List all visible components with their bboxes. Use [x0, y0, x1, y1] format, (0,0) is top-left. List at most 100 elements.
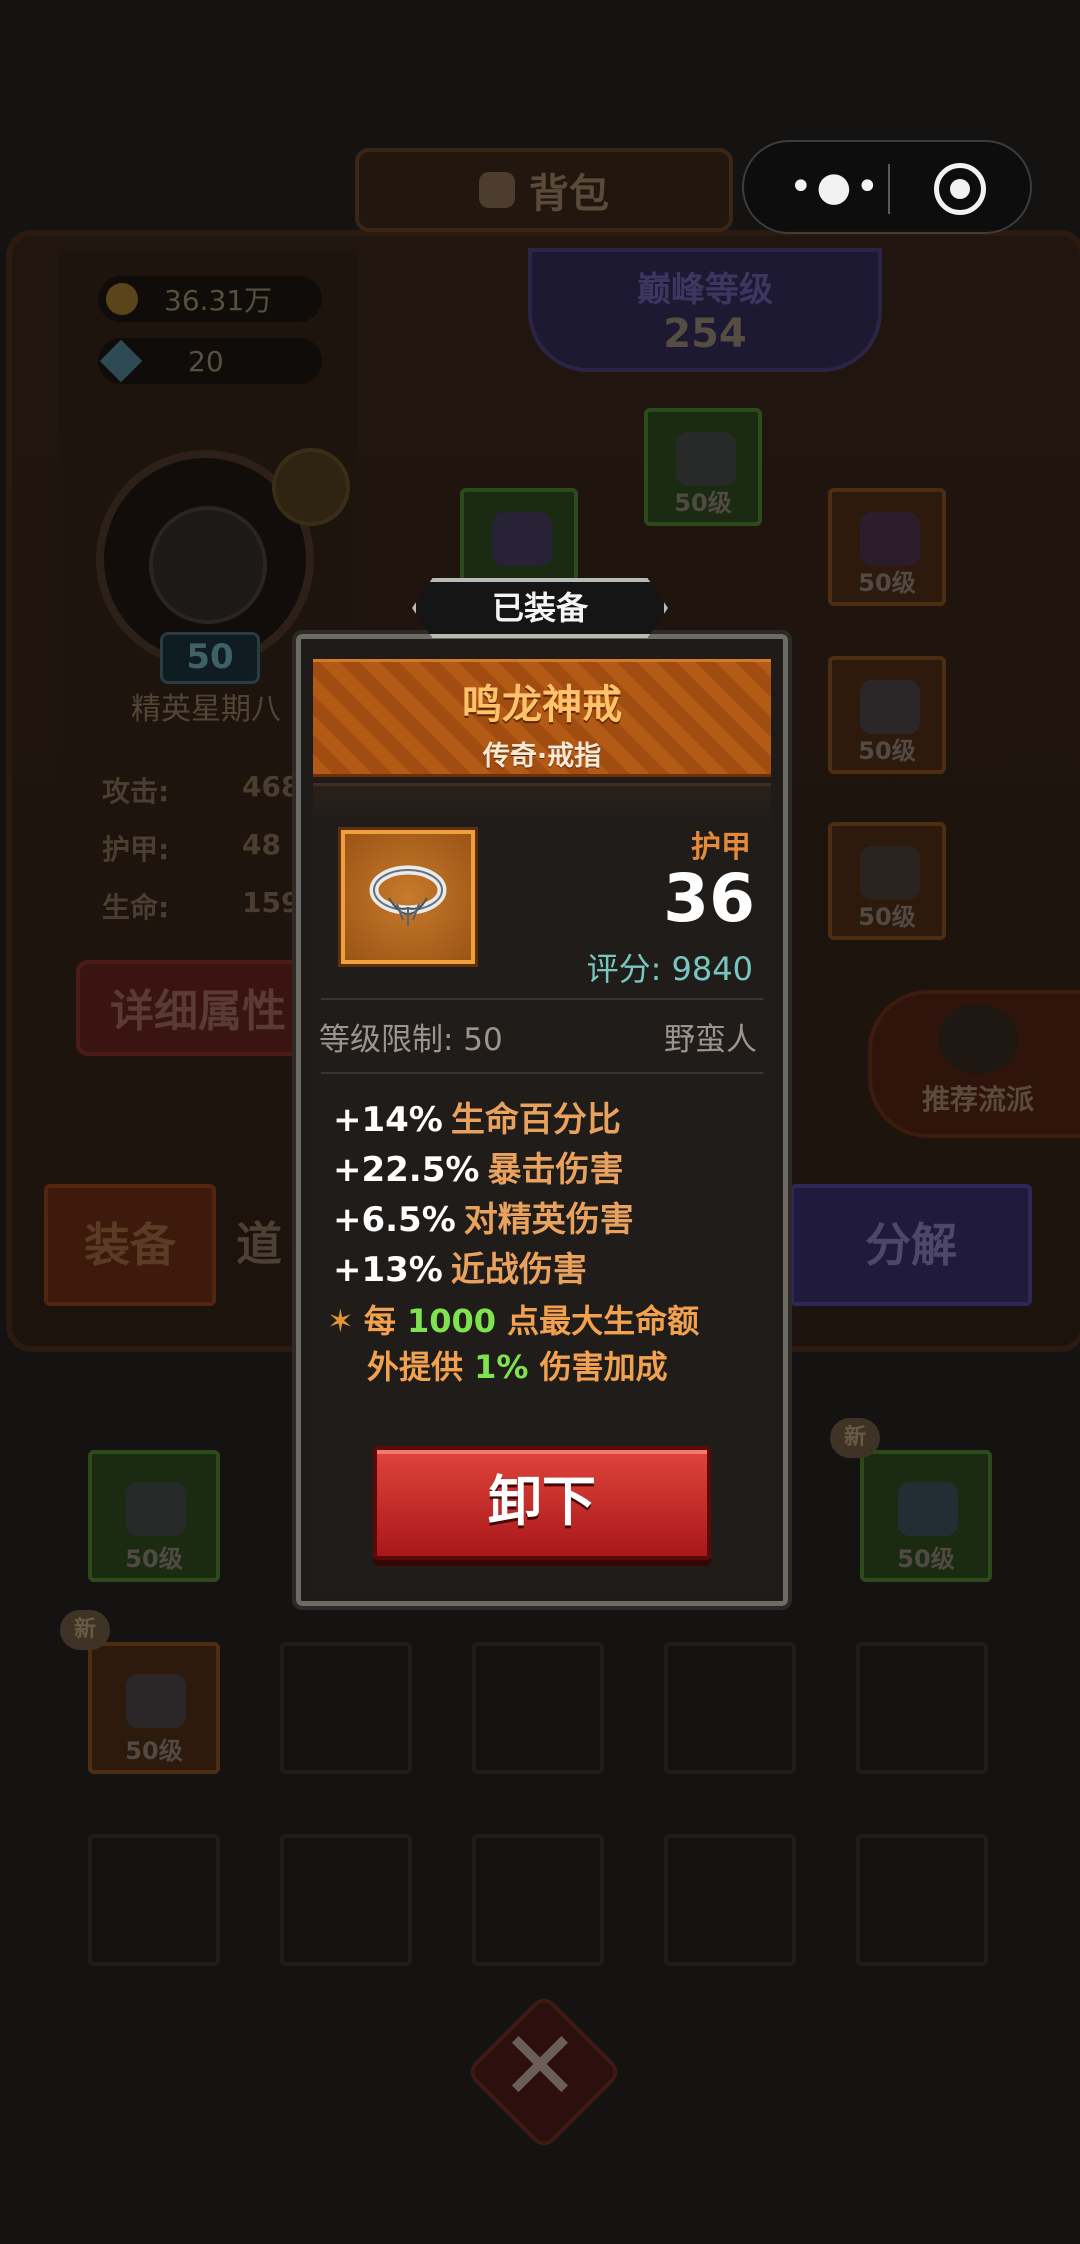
affix-label: 暴击伤害	[487, 1150, 624, 1190]
affix-row: +14% 生命百分比	[333, 1092, 621, 1141]
equip-slot-horn[interactable]: 50级	[828, 822, 946, 940]
ring-icon	[860, 680, 920, 734]
inventory-item-boots[interactable]: 50级	[88, 1642, 220, 1774]
effect-number: 1000	[406, 1302, 497, 1340]
avatar-portrait-icon	[149, 506, 267, 624]
inventory-item-boots[interactable]: 50级	[88, 1450, 220, 1582]
stat-value: 48	[242, 828, 281, 861]
stat-label: 护甲:	[102, 833, 170, 866]
affix-value: +22.5%	[333, 1150, 480, 1190]
item-header: 鸣龙神戒 传奇·戒指	[313, 659, 771, 777]
peak-level-banner: 巅峰等级 254	[528, 248, 882, 372]
legendary-effect: ✶ 每 1000 点最大生命额 外提供 1% 伤害加成	[327, 1298, 757, 1390]
gold-value: 36.31万	[164, 284, 273, 317]
peak-level-label: 巅峰等级	[637, 270, 773, 310]
item-type: 传奇·戒指	[482, 741, 602, 772]
affix-row: +13% 近战伤害	[333, 1242, 587, 1291]
shoulder-armor-icon	[898, 1482, 958, 1536]
star-icon: ✶	[327, 1302, 354, 1340]
class-restriction: 野蛮人	[664, 1022, 757, 1058]
close-icon: ✕	[499, 2010, 581, 2122]
inventory-empty-slot[interactable]	[664, 1642, 796, 1774]
affix-value: +14%	[333, 1100, 443, 1140]
main-stat-value: 36	[663, 860, 755, 937]
stat-attack: 攻击: 468	[102, 770, 322, 810]
item-icon-frame	[338, 827, 478, 967]
close-miniprogram-icon[interactable]	[934, 163, 986, 215]
slot-level: 50级	[125, 1737, 183, 1765]
helmet-icon	[492, 512, 552, 566]
avatar-badge-icon[interactable]	[272, 448, 350, 526]
inventory-empty-slot[interactable]	[280, 1834, 412, 1966]
horn-icon	[860, 846, 920, 900]
inventory-empty-slot[interactable]	[472, 1642, 604, 1774]
gem-counter: 20	[98, 338, 322, 384]
level-requirement: 等级限制: 50	[319, 1022, 503, 1058]
boots-icon	[126, 1674, 186, 1728]
affix-label: 对精英伤害	[463, 1200, 634, 1240]
inventory-empty-slot[interactable]	[88, 1834, 220, 1966]
inventory-empty-slot[interactable]	[280, 1642, 412, 1774]
affix-value: +6.5%	[333, 1200, 456, 1240]
effect-text: 点最大生命额	[507, 1302, 700, 1340]
slot-level: 50级	[674, 489, 732, 517]
detail-attributes-button[interactable]: 详细属性	[76, 960, 312, 1056]
inventory-empty-slot[interactable]	[856, 1834, 988, 1966]
slot-level: 50级	[897, 1545, 955, 1573]
effect-text: 外提供	[367, 1348, 464, 1386]
item-name: 鸣龙神戒	[462, 682, 622, 728]
boots-icon	[126, 1482, 186, 1536]
thumbs-up-icon	[938, 1004, 1018, 1074]
affix-label: 生命百分比	[450, 1100, 621, 1140]
equip-slot-weapon[interactable]: 50级	[644, 408, 762, 526]
equip-slot-amulet[interactable]: 50级	[828, 488, 946, 606]
tab-equipment[interactable]: 装备	[44, 1184, 216, 1306]
equipped-label: 已装备	[412, 578, 668, 638]
recommend-build-button[interactable]: 推荐流派	[868, 990, 1080, 1138]
item-score: 评分: 9840	[586, 950, 753, 988]
new-badge: 新	[60, 1610, 110, 1650]
gem-icon	[99, 339, 143, 383]
affix-label: 近战伤害	[450, 1250, 587, 1290]
inventory-item-shoulder[interactable]: 50级	[860, 1450, 992, 1582]
weapon-icon	[676, 432, 736, 486]
gold-coin-icon	[106, 283, 138, 315]
affix-value: +13%	[333, 1250, 443, 1290]
slot-level: 50级	[858, 569, 916, 597]
item-body: 护甲 36 评分: 9840 等级限制: 50 野蛮人 +14% 生命百分比 +2…	[313, 783, 771, 1592]
slot-level: 50级	[858, 737, 916, 765]
effect-text: 伤害加成	[539, 1348, 668, 1386]
stat-life: 生命: 1592	[102, 886, 322, 926]
backpack-icon	[479, 172, 515, 208]
amulet-icon	[860, 512, 920, 566]
divider	[321, 1072, 763, 1074]
inventory-empty-slot[interactable]	[856, 1642, 988, 1774]
miniprogram-capsule: •●•	[742, 140, 1032, 234]
gold-counter: 36.31万	[98, 276, 322, 322]
equip-slot-ring[interactable]: 50级	[828, 656, 946, 774]
more-menu-button[interactable]: •●•	[786, 167, 886, 207]
stat-label: 攻击:	[102, 775, 170, 808]
recommend-build-label: 推荐流派	[921, 1083, 1034, 1116]
divider	[321, 998, 763, 1000]
item-detail-modal: 鸣龙神戒 传奇·戒指 护甲 36 评分: 9840 等级限制: 50 野蛮人 +…	[292, 630, 792, 1610]
player-name: 精英星期八	[131, 692, 281, 727]
player-level: 50	[160, 632, 260, 684]
capsule-divider	[888, 164, 890, 214]
stat-armor: 护甲: 48	[102, 828, 322, 868]
effect-number: 1%	[474, 1348, 529, 1386]
new-badge: 新	[830, 1418, 880, 1458]
inventory-empty-slot[interactable]	[664, 1834, 796, 1966]
page-title-text: 背包	[529, 171, 609, 217]
inventory-empty-slot[interactable]	[472, 1834, 604, 1966]
page-title: 背包	[355, 148, 733, 232]
stat-label: 生命:	[102, 891, 170, 924]
unequip-button[interactable]: 卸下	[373, 1446, 711, 1560]
gem-value: 20	[188, 344, 224, 378]
affix-row: +6.5% 对精英伤害	[333, 1192, 634, 1241]
ring-icon	[369, 865, 447, 926]
slot-level: 50级	[125, 1545, 183, 1573]
stat-value: 468	[242, 770, 301, 803]
effect-text: 每	[363, 1302, 396, 1340]
decompose-button[interactable]: 分解	[790, 1184, 1032, 1306]
